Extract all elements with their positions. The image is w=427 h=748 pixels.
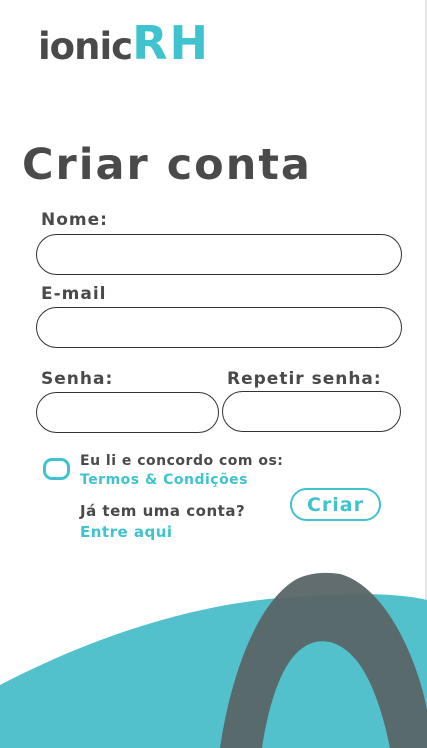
- email-label: E-mail: [41, 284, 107, 304]
- login-link[interactable]: Entre aqui: [80, 523, 173, 541]
- page-title: Criar conta: [22, 140, 312, 190]
- email-input[interactable]: [36, 307, 402, 348]
- repeat-password-label: Repetir senha:: [227, 369, 382, 389]
- app-logo: ionicRH: [38, 16, 210, 70]
- create-account-button[interactable]: Criar: [290, 488, 381, 521]
- logo-ionic-text: ionic: [38, 25, 133, 68]
- terms-checkbox[interactable]: [43, 458, 70, 480]
- name-input[interactable]: [36, 234, 402, 275]
- password-label: Senha:: [41, 369, 114, 389]
- have-account-text: Já tem uma conta?: [80, 502, 246, 520]
- repeat-password-input[interactable]: [222, 391, 401, 432]
- decorative-background-art: [0, 572, 427, 748]
- terms-text: Eu li e concordo com os:: [80, 453, 284, 469]
- logo-rh-text: RH: [132, 16, 210, 70]
- name-label: Nome:: [41, 210, 108, 230]
- terms-link[interactable]: Termos & Condições: [80, 472, 248, 488]
- password-input[interactable]: [36, 392, 219, 433]
